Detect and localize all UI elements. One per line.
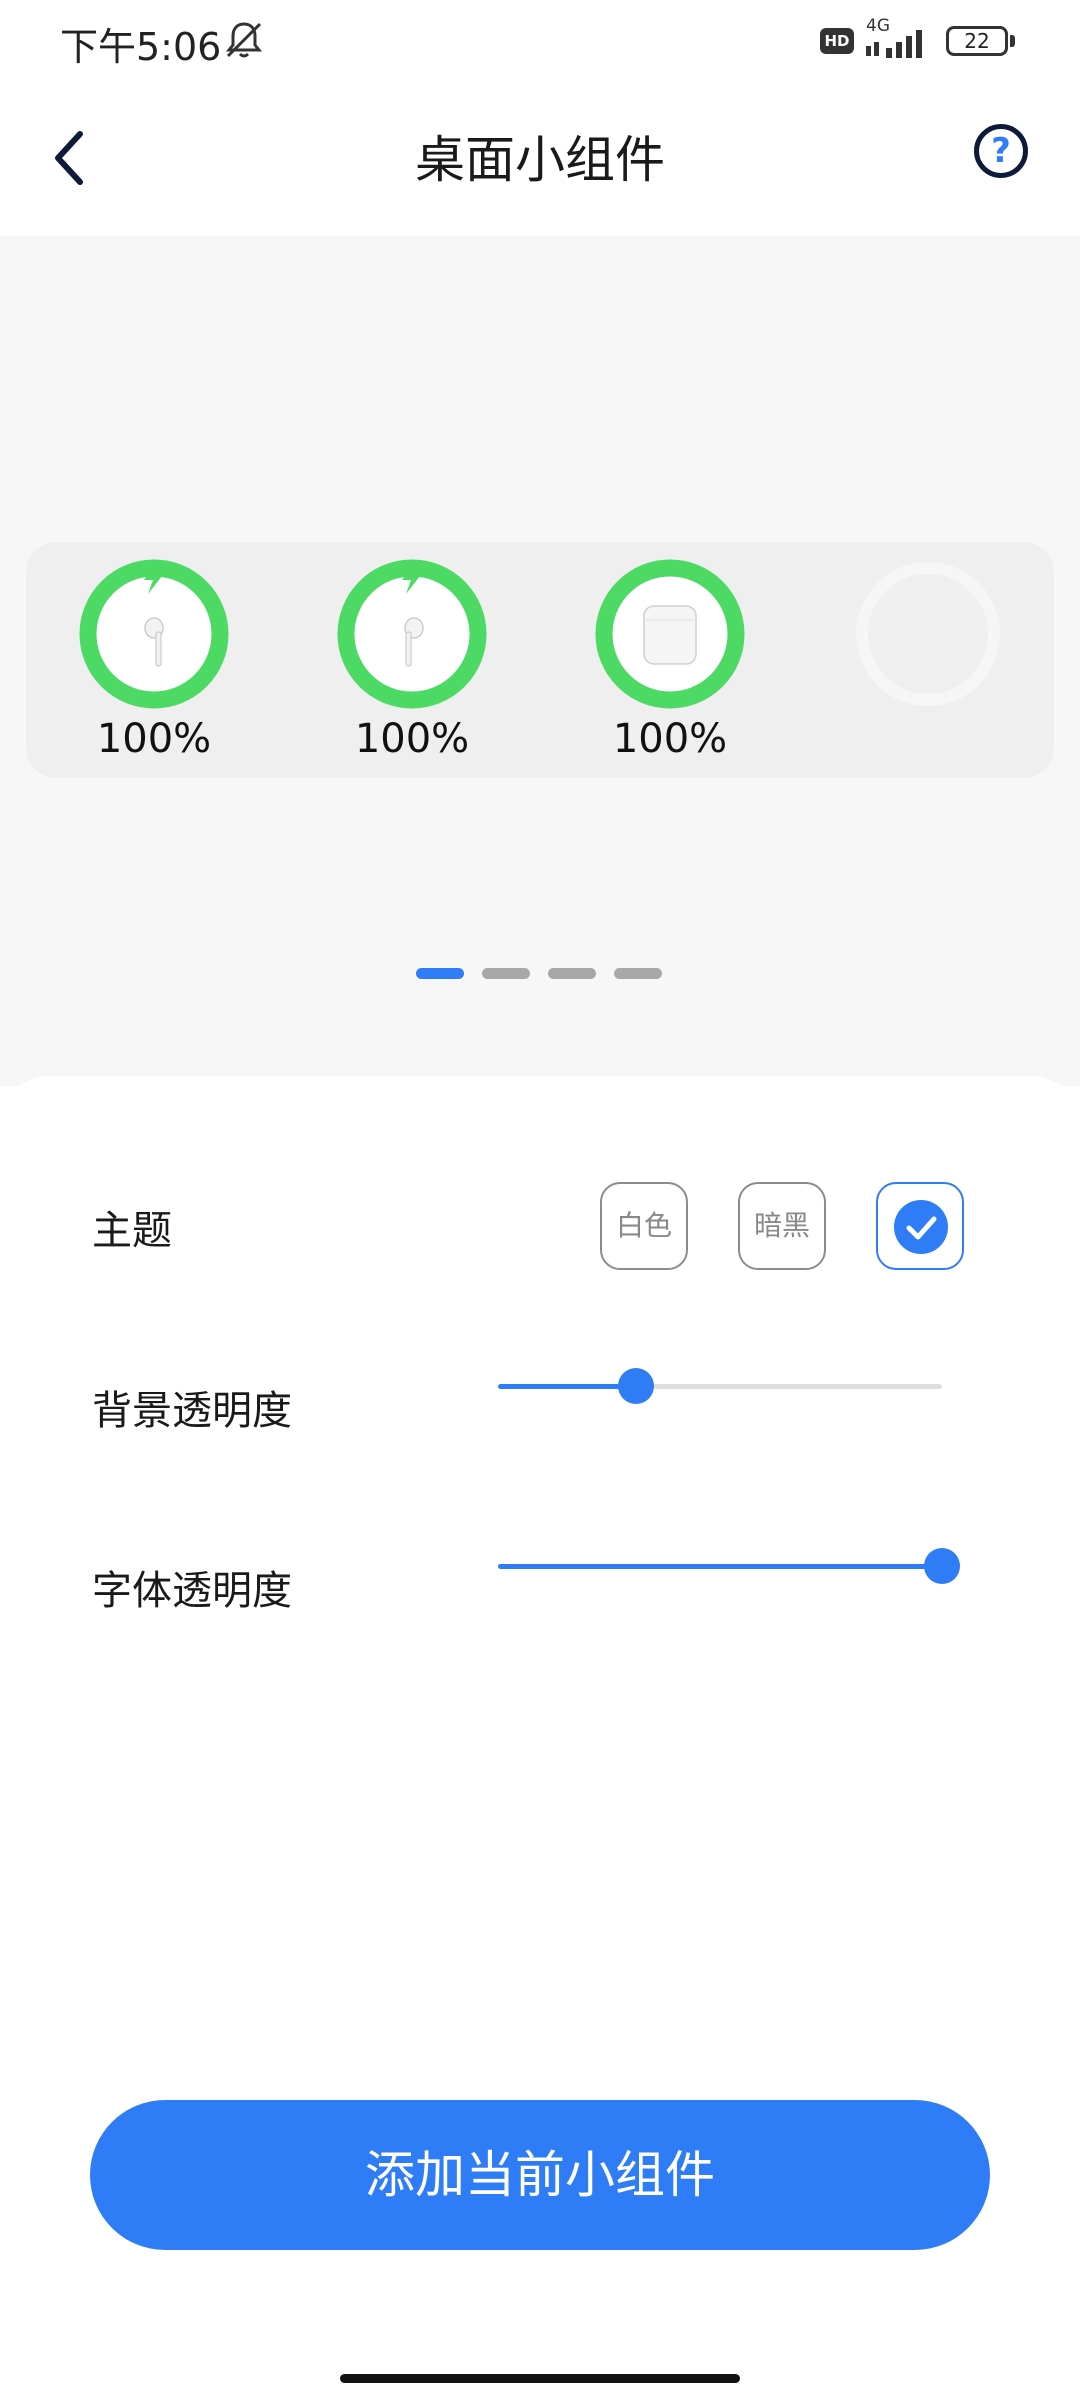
page-dot[interactable] xyxy=(548,968,596,979)
right-earbud-battery: 100% xyxy=(332,558,492,762)
battery-icon: 22 xyxy=(946,26,1008,56)
font-opacity-label: 字体透明度 xyxy=(92,1568,292,1614)
theme-white-option[interactable]: 白色 xyxy=(600,1182,688,1270)
page-indicator xyxy=(0,968,1080,980)
page-dot-active[interactable] xyxy=(416,968,464,979)
slider-thumb[interactable] xyxy=(924,1548,960,1584)
slider-fill xyxy=(498,1384,636,1389)
bell-muted-icon xyxy=(225,22,263,58)
left-earbud-battery: 100% xyxy=(74,558,234,762)
charging-case-battery: 100% xyxy=(590,558,750,762)
battery-percent: 100% xyxy=(96,716,212,762)
add-widget-button[interactable]: 添加当前小组件 xyxy=(90,2100,990,2250)
battery-percent: 100% xyxy=(612,716,728,762)
hd-badge: HD xyxy=(820,28,854,54)
bg-opacity-label: 背景透明度 xyxy=(92,1388,292,1434)
widget-preview-area: 100% 100% 100% xyxy=(0,236,1080,1086)
battery-ring xyxy=(336,558,488,710)
slider-thumb[interactable] xyxy=(617,1368,654,1404)
font-opacity-slider[interactable] xyxy=(498,1546,960,1586)
status-time: 下午5:06 xyxy=(60,25,222,69)
help-icon[interactable]: ? xyxy=(974,124,1028,178)
battery-ring xyxy=(78,558,230,710)
slider-fill xyxy=(498,1564,942,1569)
battery-tip xyxy=(1010,35,1015,47)
widget-preview[interactable]: 100% 100% 100% xyxy=(26,542,1054,778)
empty-slot xyxy=(848,558,1008,710)
status-bar: 下午5:06 HD 4G 22 xyxy=(0,0,1080,80)
signal-icon xyxy=(866,30,922,58)
theme-dark-option[interactable]: 暗黑 xyxy=(738,1182,826,1270)
theme-label: 主题 xyxy=(92,1208,172,1254)
home-indicator[interactable] xyxy=(340,2374,740,2383)
checkmark-icon xyxy=(894,1200,948,1254)
bg-opacity-slider[interactable] xyxy=(498,1366,942,1406)
page-dot[interactable] xyxy=(614,968,662,979)
app-header: 桌面小组件 ? xyxy=(0,80,1080,236)
page-dot[interactable] xyxy=(482,968,530,979)
battery-percent: 100% xyxy=(354,716,470,762)
battery-ring xyxy=(594,558,746,710)
theme-custom-option[interactable] xyxy=(876,1182,964,1270)
page-title: 桌面小组件 xyxy=(415,131,665,189)
battery-level: 22 xyxy=(964,29,990,53)
